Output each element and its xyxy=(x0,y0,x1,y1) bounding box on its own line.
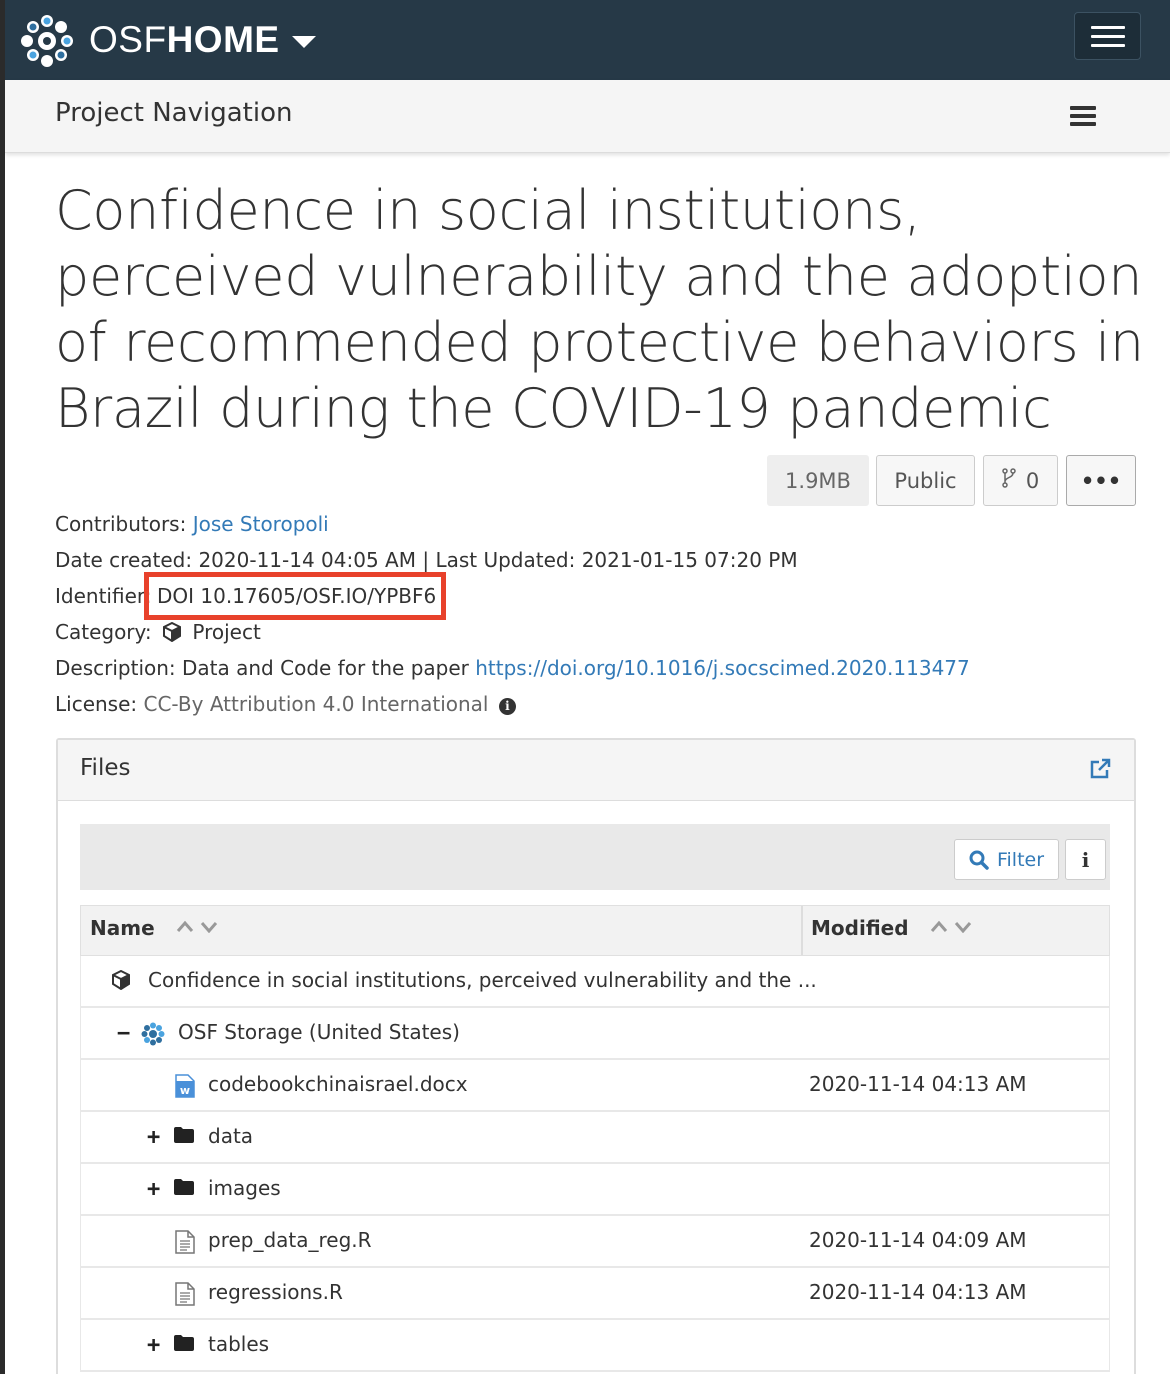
svg-text:w: w xyxy=(180,1084,190,1097)
brand-home: HOME xyxy=(166,19,280,60)
folder-icon xyxy=(173,1126,195,1148)
info-circle-icon[interactable]: i xyxy=(498,698,516,715)
file-row-project[interactable]: Confidence in social institutions, perce… xyxy=(80,956,1110,1008)
file-modified: 2020-11-14 04:13 AM xyxy=(809,1280,1027,1304)
file-modified: 2020-11-14 04:13 AM xyxy=(809,1072,1027,1096)
file-name: tables xyxy=(208,1332,270,1356)
file-row-folder-tables[interactable]: + tables xyxy=(80,1320,1110,1372)
expand-toggle[interactable]: + xyxy=(147,1333,160,1358)
last-updated-value: 2021-01-15 07:20 PM xyxy=(581,548,798,572)
contributors-row: Contributors: Jose Storopoli xyxy=(55,510,329,538)
file-row-docx[interactable]: w codebookchinaisrael.docx 2020-11-14 04… xyxy=(80,1060,1110,1112)
filter-button[interactable]: Filter xyxy=(954,839,1059,880)
files-panel-header: Files xyxy=(58,740,1134,801)
file-name: Confidence in social institutions, perce… xyxy=(148,968,817,992)
osf-logo-icon[interactable] xyxy=(19,13,75,69)
file-name: OSF Storage (United States) xyxy=(178,1020,460,1044)
file-row-prep-data[interactable]: prep_data_reg.R 2020-11-14 04:09 AM xyxy=(80,1216,1110,1268)
word-document-icon: w xyxy=(175,1074,195,1102)
cube-icon xyxy=(111,969,131,994)
project-nav-menu-icon[interactable] xyxy=(1070,106,1096,126)
more-options-button[interactable]: ••• xyxy=(1066,455,1136,506)
dates-row: Date created: 2020-11-14 04:05 AM | Last… xyxy=(55,546,798,574)
fork-icon xyxy=(1002,468,1016,493)
folder-icon xyxy=(173,1178,195,1200)
file-name: data xyxy=(208,1124,254,1148)
identifier-label: Identifier: xyxy=(55,584,152,608)
chevron-down-icon xyxy=(291,36,316,48)
brand-osf: OSF xyxy=(89,19,167,60)
external-link-icon[interactable] xyxy=(1088,757,1112,785)
file-row-osf-storage[interactable]: − OSF Storage (United States) xyxy=(80,1008,1110,1060)
file-name: regressions.R xyxy=(208,1280,343,1304)
contributors-label: Contributors: xyxy=(55,512,187,536)
text-file-icon xyxy=(175,1230,195,1258)
project-title: Confidence in social institutions, perce… xyxy=(55,179,1144,440)
name-column-label: Name xyxy=(90,916,155,940)
top-navbar: OSF HOME xyxy=(5,0,1170,80)
sort-arrows-icon[interactable] xyxy=(930,919,972,937)
file-row-folder-images[interactable]: + images xyxy=(80,1164,1110,1216)
files-grid-header: Name Modified xyxy=(80,905,1110,956)
license-value[interactable]: CC-By Attribution 4.0 International xyxy=(144,692,489,716)
project-size-badge: 1.9MB xyxy=(767,455,869,506)
date-created-label: Date created: xyxy=(55,548,193,572)
project-navigation-bar: Project Navigation xyxy=(5,80,1170,153)
fork-button[interactable]: 0 xyxy=(983,455,1058,506)
filter-label: Filter xyxy=(996,848,1045,871)
category-label: Category: xyxy=(55,620,152,644)
identifier-row: Identifier: xyxy=(55,582,151,610)
osf-storage-icon xyxy=(141,1022,165,1050)
description-row: Description: Data and Code for the paper… xyxy=(55,654,970,682)
sort-arrows-icon[interactable] xyxy=(176,919,218,937)
file-name: prep_data_reg.R xyxy=(208,1228,372,1252)
files-toolbar: Filter i xyxy=(80,824,1110,890)
files-info-button[interactable]: i xyxy=(1065,839,1106,880)
project-navigation-title: Project Navigation xyxy=(55,98,293,128)
modified-column-header[interactable]: Modified xyxy=(811,916,972,940)
expand-toggle[interactable]: + xyxy=(147,1177,160,1202)
last-updated-label: Last Updated: xyxy=(435,548,576,572)
file-name: images xyxy=(208,1176,281,1200)
text-file-icon xyxy=(175,1282,195,1310)
fork-count: 0 xyxy=(1025,468,1040,493)
description-doi-link[interactable]: https://doi.org/10.1016/j.socscimed.2020… xyxy=(475,656,970,680)
identifier-value[interactable]: DOI 10.17605/OSF.IO/YPBF6 xyxy=(157,582,436,610)
osf-home-brand[interactable]: OSF HOME xyxy=(89,18,316,62)
column-divider[interactable] xyxy=(801,906,803,955)
category-row: Category: Project xyxy=(55,618,261,646)
osf-page: OSF HOME Project Navigation Confidence in… xyxy=(5,0,1170,1374)
expand-toggle[interactable]: + xyxy=(147,1125,160,1150)
name-column-header[interactable]: Name xyxy=(90,916,218,940)
files-panel: Files Filter i Name Modified Confidence … xyxy=(56,738,1136,1374)
description-text: Data and Code for the paper xyxy=(182,656,469,680)
license-row: License: CC-By Attribution 4.0 Internati… xyxy=(55,690,516,718)
hamburger-icon[interactable] xyxy=(1074,12,1141,60)
category-value: Project xyxy=(192,620,261,644)
search-icon xyxy=(969,850,989,870)
file-row-regressions[interactable]: regressions.R 2020-11-14 04:13 AM xyxy=(80,1268,1110,1320)
file-modified: 2020-11-14 04:09 AM xyxy=(809,1228,1027,1252)
description-label: Description: xyxy=(55,656,176,680)
visibility-button[interactable]: Public xyxy=(876,455,975,506)
date-created-value: 2020-11-14 04:05 AM xyxy=(198,548,416,572)
file-row-folder-data[interactable]: + data xyxy=(80,1112,1110,1164)
collapse-toggle[interactable]: − xyxy=(117,1021,130,1046)
file-name: codebookchinaisrael.docx xyxy=(208,1072,468,1096)
files-panel-title: Files xyxy=(80,755,131,781)
folder-icon xyxy=(173,1334,195,1356)
cube-icon xyxy=(162,621,182,649)
contributor-link[interactable]: Jose Storopoli xyxy=(193,512,329,536)
license-label: License: xyxy=(55,692,138,716)
modified-column-label: Modified xyxy=(811,916,909,940)
date-separator: | xyxy=(422,548,430,572)
